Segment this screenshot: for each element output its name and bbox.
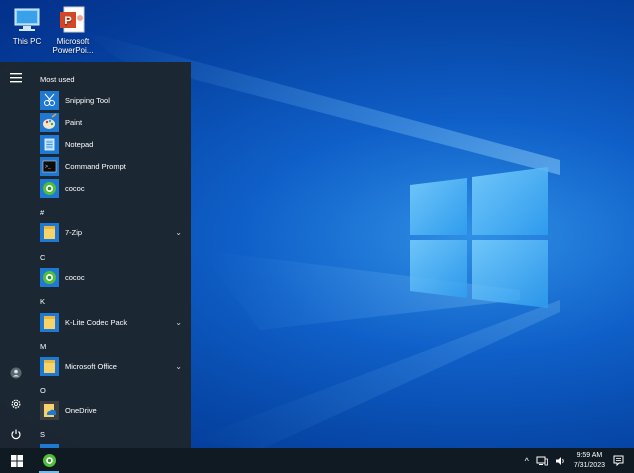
windows-start-icon [10, 454, 23, 467]
network-icon[interactable] [536, 456, 548, 466]
app-item-paint[interactable]: Paint [40, 112, 188, 132]
most-used-header: Most used [40, 75, 75, 84]
desktop-icon-powerpoint[interactable]: P Microsoft PowerPoi... [46, 6, 100, 55]
cococ-icon [40, 267, 59, 287]
app-item-label: OneDrive [65, 405, 97, 415]
user-account-icon[interactable] [8, 365, 24, 381]
command-prompt-icon: >_ [40, 156, 59, 176]
desktop-icon-label-line2: PowerPoi... [52, 46, 94, 55]
chevron-down-icon[interactable]: ⌄ [175, 362, 182, 371]
start-button[interactable] [0, 448, 33, 473]
section-letter-o[interactable]: O [40, 386, 46, 395]
app-item-cococ-c[interactable]: cococ [40, 267, 188, 287]
show-hidden-icons-button[interactable]: ^ [525, 456, 529, 466]
snipping-tool-icon [40, 90, 59, 110]
section-letter-m[interactable]: M [40, 342, 46, 351]
folder-icon [40, 222, 59, 242]
onedrive-icon [40, 400, 59, 420]
app-item-microsoft-office[interactable]: Microsoft Office ⌄ [40, 356, 188, 376]
desktop-icon-label: Microsoft [56, 37, 90, 46]
app-item-k-lite-codec-pack[interactable]: K-Lite Codec Pack ⌄ [40, 312, 188, 332]
volume-icon[interactable] [555, 456, 566, 466]
clock-time: 9:59 AM [576, 451, 603, 459]
clock-date: 7/31/2023 [573, 461, 605, 469]
start-menu-app-list: Most used Snipping Tool Paint Notepad >_… [32, 62, 191, 448]
section-letter-c[interactable]: C [40, 253, 45, 262]
clock[interactable]: 9:59 AM 7/31/2023 [574, 451, 605, 471]
svg-text:>_: >_ [45, 164, 52, 170]
app-item-label: K-Lite Codec Pack [65, 317, 128, 327]
app-item-command-prompt[interactable]: >_ Command Prompt [40, 156, 188, 176]
app-item-snipping-tool[interactable]: Snipping Tool [40, 90, 188, 110]
svg-text:P: P [64, 15, 71, 27]
app-item-label: Microsoft Office [65, 361, 117, 371]
powerpoint-icon: P [58, 6, 88, 34]
power-icon[interactable] [8, 426, 24, 442]
start-menu-left-rail [0, 62, 32, 448]
this-pc-icon [12, 6, 42, 34]
system-tray: ^ 9:59 AM 7/31/2023 [525, 448, 634, 473]
section-letter-k[interactable]: K [40, 297, 45, 306]
app-item-label: Paint [65, 117, 83, 127]
cococ-icon [40, 178, 59, 198]
app-item-notepad[interactable]: Notepad [40, 134, 188, 154]
cococ-icon [42, 454, 56, 467]
taskbar-cococ-button[interactable] [36, 448, 62, 473]
chevron-down-icon[interactable]: ⌄ [175, 318, 182, 327]
app-item-7zip[interactable]: 7-Zip ⌄ [40, 222, 188, 242]
app-item-label: Command Prompt [65, 161, 126, 171]
app-item-onedrive[interactable]: OneDrive [40, 400, 188, 420]
app-item-label: cococ [65, 183, 85, 193]
start-menu: Most used Snipping Tool Paint Notepad >_… [0, 62, 191, 448]
taskbar: ^ 9:59 AM 7/31/2023 [0, 448, 634, 473]
section-letter-s[interactable]: S [40, 430, 45, 439]
folder-icon [40, 356, 59, 376]
action-center-icon[interactable] [613, 455, 624, 466]
section-letter-hash[interactable]: # [40, 208, 44, 217]
chevron-down-icon[interactable]: ⌄ [175, 228, 182, 237]
app-item-label: 7-Zip [65, 227, 83, 237]
paint-icon [40, 112, 59, 132]
folder-icon [40, 312, 59, 332]
notepad-icon [40, 134, 59, 154]
app-item-label: cococ [65, 272, 85, 282]
app-item-label: Notepad [65, 139, 94, 149]
windows-logo-wallpaper [410, 167, 548, 308]
app-item-label: Snipping Tool [65, 95, 110, 105]
app-item-cococ[interactable]: cococ [40, 178, 188, 198]
hamburger-menu-icon[interactable] [8, 70, 24, 86]
settings-gear-icon[interactable] [8, 396, 24, 412]
